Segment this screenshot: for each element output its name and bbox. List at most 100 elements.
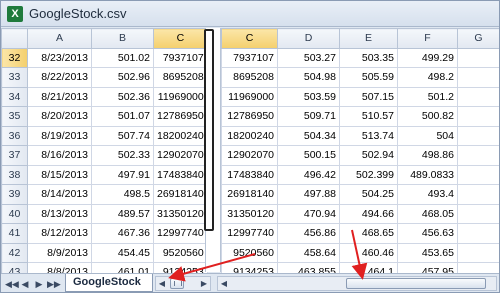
table-row[interactable]: 7937107 503.27 503.35 499.29 (221, 47, 499, 68)
cell-date[interactable]: 8/16/2013 (27, 145, 92, 166)
cell-value[interactable]: 507.74 (91, 125, 154, 146)
cell-value[interactable]: 513.74 (339, 125, 398, 146)
row-header[interactable]: 34 (1, 86, 28, 107)
cell-empty[interactable] (457, 164, 499, 185)
cell-date[interactable]: 8/19/2013 (27, 125, 92, 146)
cell-date[interactable]: 8/14/2013 (27, 184, 92, 205)
column-header-c-right[interactable]: C (221, 28, 278, 49)
cell-value[interactable]: 505.59 (339, 67, 398, 88)
cell-value[interactable]: 503.35 (339, 47, 398, 68)
cell-value[interactable]: 18200240 (153, 125, 208, 146)
right-scroll-thumb[interactable] (346, 278, 486, 289)
cell-value[interactable]: 453.65 (397, 242, 458, 263)
split-pane-handle[interactable] (204, 29, 214, 231)
cell-value[interactable]: 501.07 (91, 106, 154, 127)
table-row[interactable]: 18200240 504.34 513.74 504 (221, 125, 499, 146)
column-header-g[interactable]: G (457, 28, 499, 49)
cell-value[interactable]: 500.82 (397, 106, 458, 127)
row-header[interactable]: 41 (1, 223, 28, 244)
table-row[interactable]: 36 8/19/2013 507.74 18200240 (1, 125, 208, 146)
table-row[interactable]: 12997740 456.86 468.65 456.63 (221, 223, 499, 244)
cell-value[interactable]: 503.27 (277, 47, 340, 68)
cell-value[interactable]: 7937107 (153, 47, 208, 68)
cell-empty[interactable] (457, 67, 499, 88)
table-row[interactable]: 35 8/20/2013 501.07 12786950 (1, 106, 208, 127)
cell-empty[interactable] (457, 242, 499, 263)
cell-value[interactable]: 489.57 (91, 203, 154, 224)
row-header[interactable]: 35 (1, 106, 28, 127)
cell-value[interactable]: 458.64 (277, 242, 340, 263)
table-row[interactable]: 34 8/21/2013 502.36 11969000 (1, 86, 208, 107)
cell-value[interactable]: 501.02 (91, 47, 154, 68)
row-header[interactable]: 37 (1, 145, 28, 166)
cell-value[interactable]: 496.42 (277, 164, 340, 185)
column-header-e[interactable]: E (339, 28, 398, 49)
row-header[interactable]: 36 (1, 125, 28, 146)
column-header-c[interactable]: C (153, 28, 208, 49)
column-header-a[interactable]: A (27, 28, 92, 49)
select-all-corner[interactable] (1, 28, 28, 49)
cell-value[interactable]: 17483840 (153, 164, 208, 185)
cell-value[interactable]: 11969000 (221, 86, 278, 107)
cell-value[interactable]: 504.98 (277, 67, 340, 88)
row-header[interactable]: 40 (1, 203, 28, 224)
cell-value[interactable]: 504.34 (277, 125, 340, 146)
table-row[interactable]: 12902070 500.15 502.94 498.86 (221, 145, 499, 166)
cell-value[interactable]: 468.65 (339, 223, 398, 244)
cell-date[interactable]: 8/23/2013 (27, 47, 92, 68)
cell-empty[interactable] (457, 203, 499, 224)
table-row[interactable]: 39 8/14/2013 498.5 26918140 (1, 184, 208, 205)
cell-value[interactable]: 12997740 (221, 223, 278, 244)
cell-date[interactable]: 8/13/2013 (27, 203, 92, 224)
table-row[interactable]: 31350120 470.94 494.66 468.05 (221, 203, 499, 224)
cell-value[interactable]: 467.36 (91, 223, 154, 244)
left-scroll-thumb[interactable] (170, 278, 184, 289)
table-row[interactable]: 41 8/12/2013 467.36 12997740 (1, 223, 208, 244)
cell-value[interactable]: 503.59 (277, 86, 340, 107)
cell-value[interactable]: 31350120 (153, 203, 208, 224)
row-header[interactable]: 32 (1, 47, 28, 68)
table-row[interactable]: 40 8/13/2013 489.57 31350120 (1, 203, 208, 224)
cell-value[interactable]: 12902070 (221, 145, 278, 166)
column-header-f[interactable]: F (397, 28, 458, 49)
cell-value[interactable]: 502.96 (91, 67, 154, 88)
cell-value[interactable]: 460.46 (339, 242, 398, 263)
table-row[interactable]: 8695208 504.98 505.59 498.2 (221, 67, 499, 88)
cell-value[interactable]: 11969000 (153, 86, 208, 107)
cell-value[interactable]: 8695208 (153, 67, 208, 88)
cell-date[interactable]: 8/21/2013 (27, 86, 92, 107)
cell-value[interactable]: 493.4 (397, 184, 458, 205)
first-sheet-icon[interactable]: ◀◀ (5, 278, 19, 290)
column-header-d[interactable]: D (277, 28, 340, 49)
right-grid[interactable]: C D E F G 7937107 503.27 503.35 499.29 86952… (221, 28, 499, 283)
cell-value[interactable]: 470.94 (277, 203, 340, 224)
cell-value[interactable]: 26918140 (153, 184, 208, 205)
table-row[interactable]: 12786950 509.71 510.57 500.82 (221, 106, 499, 127)
right-horizontal-scrollbar[interactable]: ◀ (217, 276, 497, 291)
cell-value[interactable]: 497.91 (91, 164, 154, 185)
cell-value[interactable]: 502.94 (339, 145, 398, 166)
row-header[interactable]: 33 (1, 67, 28, 88)
cell-value[interactable]: 18200240 (221, 125, 278, 146)
cell-value[interactable]: 454.45 (91, 242, 154, 263)
cell-value[interactable]: 12902070 (153, 145, 208, 166)
scroll-left-icon[interactable]: ◀ (156, 277, 168, 290)
cell-empty[interactable] (457, 223, 499, 244)
cell-empty[interactable] (457, 86, 499, 107)
cell-empty[interactable] (457, 145, 499, 166)
sheet-tab-googlestock[interactable]: GoogleStock (65, 274, 153, 292)
table-row[interactable]: 37 8/16/2013 502.33 12902070 (1, 145, 208, 166)
cell-date[interactable]: 8/9/2013 (27, 242, 92, 263)
table-row[interactable]: 32 8/23/2013 501.02 7937107 (1, 47, 208, 68)
cell-date[interactable]: 8/15/2013 (27, 164, 92, 185)
cell-value[interactable]: 12997740 (153, 223, 208, 244)
cell-value[interactable]: 498.5 (91, 184, 154, 205)
table-row[interactable]: 17483840 496.42 502.399 489.0833 (221, 164, 499, 185)
row-header[interactable]: 38 (1, 164, 28, 185)
cell-value[interactable]: 456.86 (277, 223, 340, 244)
table-row[interactable]: 33 8/22/2013 502.96 8695208 (1, 67, 208, 88)
table-row[interactable]: 9520560 458.64 460.46 453.65 (221, 242, 499, 263)
cell-value[interactable]: 497.88 (277, 184, 340, 205)
cell-value[interactable]: 7937107 (221, 47, 278, 68)
cell-value[interactable]: 17483840 (221, 164, 278, 185)
